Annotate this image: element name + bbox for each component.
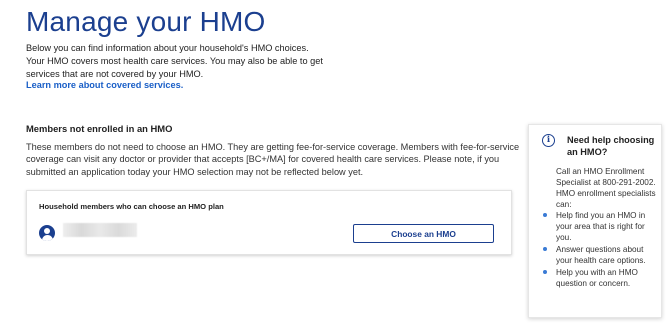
intro-text: Below you can find information about you… (26, 43, 323, 79)
person-icon (39, 225, 55, 241)
bullet-icon (543, 270, 547, 274)
card-title: Household members who can choose an HMO … (39, 202, 224, 211)
household-members-card: Household members who can choose an HMO … (26, 190, 512, 255)
bullet-icon (543, 247, 547, 251)
help-list-item: Help find you an HMO in your area that i… (543, 210, 656, 243)
help-panel: i Need help choosing an HMO? Call an HMO… (528, 124, 662, 318)
member-name-redacted (63, 223, 137, 237)
help-list: Help find you an HMO in your area that i… (543, 210, 656, 290)
help-list-item: Answer questions about your health care … (543, 244, 656, 266)
members-section-body: These members do not need to choose an H… (26, 142, 520, 177)
members-section-title: Members not enrolled in an HMO (26, 123, 173, 134)
learn-more-link[interactable]: Learn more about covered services. (26, 80, 183, 90)
bullet-icon (543, 213, 547, 217)
help-body: Call an HMO Enrollment Specialist at 800… (556, 167, 656, 209)
help-list-item: Help you with an HMO question or concern… (543, 267, 656, 289)
page-title: Manage your HMO (26, 6, 266, 37)
help-title: Need help choosing an HMO? (567, 135, 655, 158)
choose-hmo-button[interactable]: Choose an HMO (353, 224, 494, 243)
info-icon: i (542, 134, 555, 147)
